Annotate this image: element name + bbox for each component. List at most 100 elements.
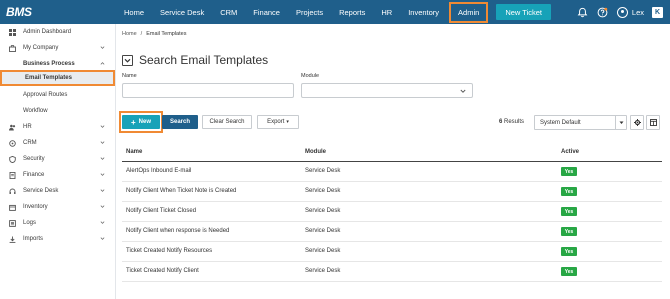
user-menu[interactable]: Lex — [616, 6, 644, 18]
name-input[interactable] — [122, 83, 294, 98]
view-select[interactable]: System Default — [534, 115, 627, 130]
shield-icon — [9, 155, 16, 163]
view-select-value: System Default — [540, 119, 581, 126]
box-icon — [9, 204, 16, 211]
sidebar-item-admin-dashboard[interactable]: Admin Dashboard — [0, 25, 115, 39]
column-header-name[interactable]: Name — [126, 149, 142, 155]
sidebar-item-security[interactable]: Security — [0, 152, 115, 166]
row-module: Service Desk — [305, 228, 341, 234]
settings-button[interactable] — [630, 115, 644, 130]
results-count: 6 Results — [499, 119, 524, 125]
sidebar-item-hr[interactable]: HR — [0, 120, 115, 134]
sidebar-item-logs[interactable]: Logs — [0, 216, 115, 230]
column-header-module[interactable]: Module — [305, 149, 326, 155]
chevron-down-icon — [100, 205, 105, 208]
sidebar-item-label: CRM — [23, 140, 37, 146]
name-label: Name — [122, 73, 137, 79]
columns-button[interactable] — [646, 115, 660, 130]
list-icon — [9, 219, 16, 227]
table-row[interactable]: Notify Client when response is Needed Se… — [122, 222, 662, 242]
columns-icon — [649, 119, 657, 126]
app-logo[interactable]: BMS — [0, 0, 116, 24]
chevron-down-icon — [100, 173, 105, 176]
sidebar-item-finance[interactable]: Finance — [0, 168, 115, 182]
main-nav: Home Service Desk CRM Finance Projects R… — [116, 0, 551, 24]
row-name[interactable]: Ticket Created Notify Client — [126, 268, 199, 274]
top-navigation-bar: BMS Home Service Desk CRM Finance Projec… — [0, 0, 670, 24]
status-badge: Yes — [561, 207, 577, 216]
chevron-down-icon — [100, 125, 105, 128]
results-number: 6 — [499, 119, 503, 125]
chevron-down-icon — [100, 189, 105, 192]
table-row[interactable]: AlertOps Inbound E-mail Service Desk Yes — [122, 162, 662, 182]
chevron-down-icon — [100, 237, 105, 240]
sidebar-item-label: Email Templates — [25, 75, 72, 81]
sidebar-item-label: My Company — [23, 45, 59, 51]
row-name[interactable]: Notify Client when response is Needed — [126, 228, 229, 234]
table-row[interactable]: Notify Client Ticket Closed Service Desk… — [122, 202, 662, 222]
breadcrumb-current: Email Templates — [146, 31, 187, 37]
mail-icon — [11, 75, 18, 82]
nav-home[interactable]: Home — [116, 0, 152, 24]
column-header-active[interactable]: Active — [561, 149, 579, 155]
nav-service-desk[interactable]: Service Desk — [152, 0, 212, 24]
sidebar-item-label: Business Process — [23, 61, 75, 67]
nav-reports[interactable]: Reports — [331, 0, 373, 24]
sidebar-item-workflow[interactable]: Workflow — [0, 104, 115, 118]
table-row[interactable]: Notify Client When Ticket Note is Create… — [122, 182, 662, 202]
sidebar-item-imports[interactable]: Imports — [0, 232, 115, 246]
sidebar-item-inventory[interactable]: Inventory — [0, 200, 115, 214]
row-name[interactable]: Ticket Created Notify Resources — [126, 248, 212, 254]
row-module: Service Desk — [305, 188, 341, 194]
nav-hr[interactable]: HR — [373, 0, 400, 24]
row-module: Service Desk — [305, 168, 341, 174]
module-label: Module — [301, 73, 320, 79]
nav-finance[interactable]: Finance — [245, 0, 288, 24]
grid-icon — [9, 28, 16, 36]
module-select[interactable] — [301, 83, 473, 98]
user-name: Lex — [631, 7, 644, 17]
clear-search-button[interactable]: Clear Search — [202, 115, 252, 129]
sidebar-item-approval-routes[interactable]: Approval Routes — [0, 88, 115, 102]
table-row[interactable]: Ticket Created Notify Client Service Des… — [122, 262, 662, 282]
sidebar-item-business-process[interactable]: Business Process — [0, 57, 115, 71]
table-row[interactable]: Ticket Created Notify Resources Service … — [122, 242, 662, 262]
new-ticket-button[interactable]: New Ticket — [496, 4, 551, 20]
page-title: Search Email Templates — [139, 53, 269, 67]
search-button[interactable]: Search — [162, 115, 198, 129]
sidebar-item-crm[interactable]: CRM — [0, 136, 115, 150]
chevron-down-icon — [460, 89, 466, 93]
briefcase-icon — [9, 44, 16, 52]
sidebar-item-label: HR — [23, 124, 32, 130]
chevron-down-icon — [100, 157, 105, 160]
sidebar-item-label: Approval Routes — [23, 92, 68, 98]
row-module: Service Desk — [305, 208, 341, 214]
collapse-toggle[interactable] — [122, 54, 133, 66]
row-module: Service Desk — [305, 268, 341, 274]
nav-crm[interactable]: CRM — [212, 0, 245, 24]
status-badge: Yes — [561, 167, 577, 176]
plus-icon: + — [130, 117, 136, 127]
breadcrumb-home[interactable]: Home — [122, 31, 137, 37]
sidebar-item-email-templates[interactable]: Email Templates — [0, 70, 115, 86]
nav-projects[interactable]: Projects — [288, 0, 331, 24]
chevron-up-icon — [100, 62, 105, 65]
row-name[interactable]: Notify Client When Ticket Note is Create… — [126, 188, 236, 194]
sidebar-item-label: Finance — [23, 172, 45, 178]
nav-admin[interactable]: Admin — [449, 1, 489, 23]
nav-inventory[interactable]: Inventory — [400, 0, 447, 24]
caret-down-icon: ▾ — [286, 119, 289, 125]
sidebar-item-service-desk[interactable]: Service Desk — [0, 184, 115, 198]
new-button[interactable]: + New — [122, 115, 160, 129]
sidebar: Admin Dashboard My Company Business Proc… — [0, 24, 116, 299]
sidebar-item-label: Admin Dashboard — [23, 29, 72, 35]
app-badge-icon[interactable]: K — [652, 6, 663, 18]
bell-icon[interactable] — [577, 6, 589, 18]
row-name[interactable]: AlertOps Inbound E-mail — [126, 168, 191, 174]
help-icon[interactable] — [597, 6, 609, 18]
user-avatar-icon — [616, 6, 628, 18]
export-button[interactable]: Export ▾ — [257, 115, 299, 129]
sidebar-item-my-company[interactable]: My Company — [0, 41, 115, 55]
row-name[interactable]: Notify Client Ticket Closed — [126, 208, 196, 214]
crm-icon — [9, 139, 16, 147]
